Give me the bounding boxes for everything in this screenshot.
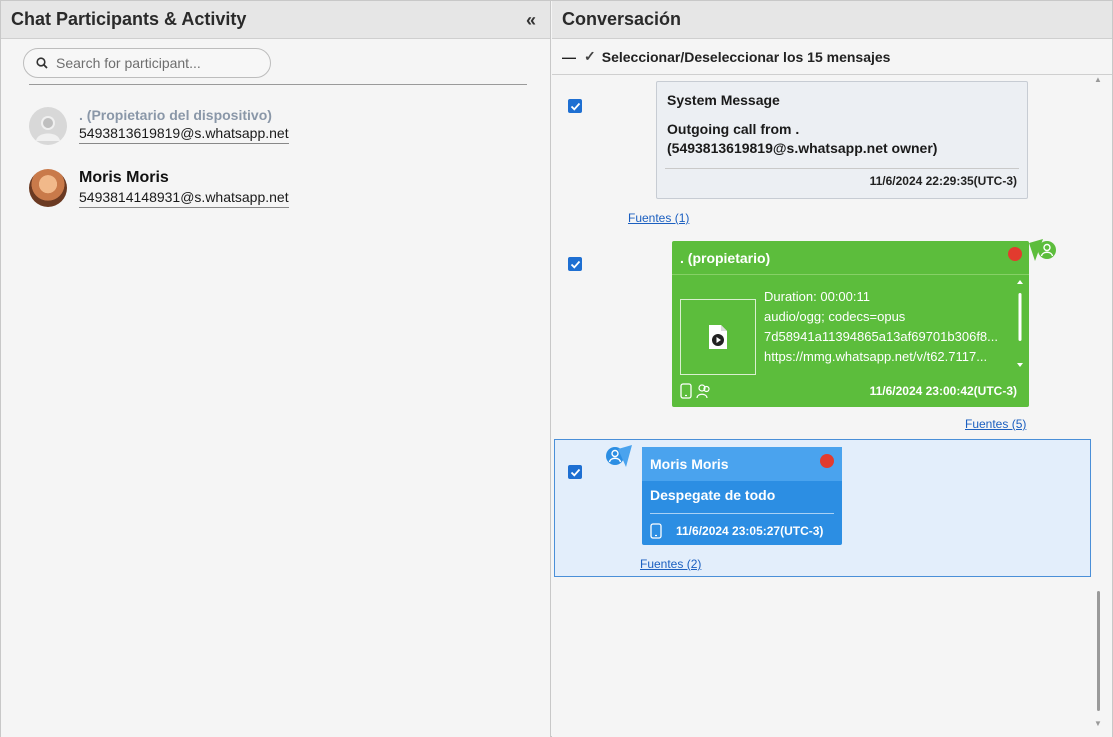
media-duration: Duration: 00:00:11: [764, 289, 870, 304]
conversation-pane: Conversación — ✓ Seleccionar/Deseleccion…: [552, 1, 1112, 737]
message-checkbox[interactable]: [568, 465, 582, 479]
check-icon: ✓: [584, 48, 596, 64]
conversation-header: Conversación: [552, 1, 1112, 39]
divider: [650, 513, 834, 514]
phone-device-icon: [680, 383, 692, 399]
media-scrollbar[interactable]: [1017, 279, 1023, 369]
select-all-label: Seleccionar/Deseleccionar los 15 mensaje…: [601, 48, 891, 65]
participant-moris[interactable]: Moris Moris 5493814148931@s.whatsapp.net: [29, 169, 289, 208]
media-details: Duration: 00:00:11 audio/ogg; codecs=opu…: [764, 287, 1004, 367]
double-chevron-left-icon[interactable]: «: [520, 9, 542, 31]
participant-owner[interactable]: . (Propietario del dispositivo) 54938136…: [29, 107, 289, 145]
audio-file-icon: [709, 325, 727, 349]
search-input[interactable]: [56, 55, 256, 71]
media-url: https://mmg.whatsapp.net/v/t62.7117...: [764, 349, 988, 364]
message-timestamp: 11/6/2024 23:05:27(UTC-3): [676, 524, 824, 538]
scrollbar-thumb[interactable]: [1097, 591, 1100, 711]
message-checkbox[interactable]: [568, 99, 582, 113]
message-sender: Moris Moris: [650, 456, 729, 472]
message-timestamp: 11/6/2024 22:29:35(UTC-3): [869, 174, 1017, 188]
participant-search[interactable]: [23, 48, 271, 78]
participant-name: Moris Moris: [79, 169, 169, 186]
scroll-down-icon[interactable]: ▼: [1094, 719, 1102, 728]
phone-device-icon: [650, 523, 662, 539]
avatar: [29, 169, 67, 207]
search-divider: [29, 84, 527, 85]
participant-name: . (Propietario del dispositivo): [79, 107, 272, 123]
participants-header: Chat Participants & Activity «: [1, 1, 550, 39]
scroll-up-icon[interactable]: ▲: [1094, 75, 1102, 84]
select-all-toggle[interactable]: — ✓ Seleccionar/Deseleccionar los 15 men…: [552, 39, 1112, 75]
message-sender: . (propietario): [680, 249, 771, 266]
outgoing-message: . (propietario) Duration: 00:00:11 audio…: [672, 241, 1029, 407]
media-hash: 7d58941a11394865a13af69701b306f8...: [764, 329, 998, 344]
incoming-message: Moris Moris Despegate de todo 11/6/2024 …: [642, 447, 842, 545]
message-body: Despegate de todo: [650, 487, 776, 503]
search-icon: [36, 57, 48, 69]
collapse-dash-icon[interactable]: —: [562, 49, 576, 65]
participants-icon: [696, 384, 710, 399]
owner-user-icon: [1029, 239, 1056, 261]
deleted-indicator-icon: [820, 454, 834, 468]
sources-link[interactable]: Fuentes (5): [965, 417, 1026, 431]
message-timestamp: 11/6/2024 23:00:42(UTC-3): [869, 384, 1017, 398]
participants-title: Chat Participants & Activity: [11, 9, 247, 29]
app-window: Chat Participants & Activity « . (Propie…: [0, 0, 1113, 737]
message-checkbox[interactable]: [568, 257, 582, 271]
sources-link[interactable]: Fuentes (2): [640, 557, 701, 571]
contact-user-icon: [606, 445, 632, 467]
audio-attachment[interactable]: [680, 299, 756, 375]
system-message: System Message Outgoing call from . (549…: [656, 81, 1028, 199]
participant-phone: 5493814148931@s.whatsapp.net: [79, 189, 289, 208]
divider: [665, 168, 1019, 169]
sources-link[interactable]: Fuentes (1): [628, 211, 689, 225]
message-title: System Message: [667, 92, 780, 108]
default-avatar-icon: [29, 107, 67, 145]
conversation-scrollbar[interactable]: ▲ ▼: [1094, 75, 1104, 731]
participants-pane: Chat Participants & Activity « . (Propie…: [1, 1, 551, 737]
participant-phone: 5493813619819@s.whatsapp.net: [79, 125, 289, 144]
conversation-title: Conversación: [562, 9, 682, 29]
message-body: Outgoing call from . (5493813619819@s.wh…: [667, 121, 938, 156]
media-mime: audio/ogg; codecs=opus: [764, 309, 906, 324]
deleted-indicator-icon: [1008, 247, 1022, 261]
